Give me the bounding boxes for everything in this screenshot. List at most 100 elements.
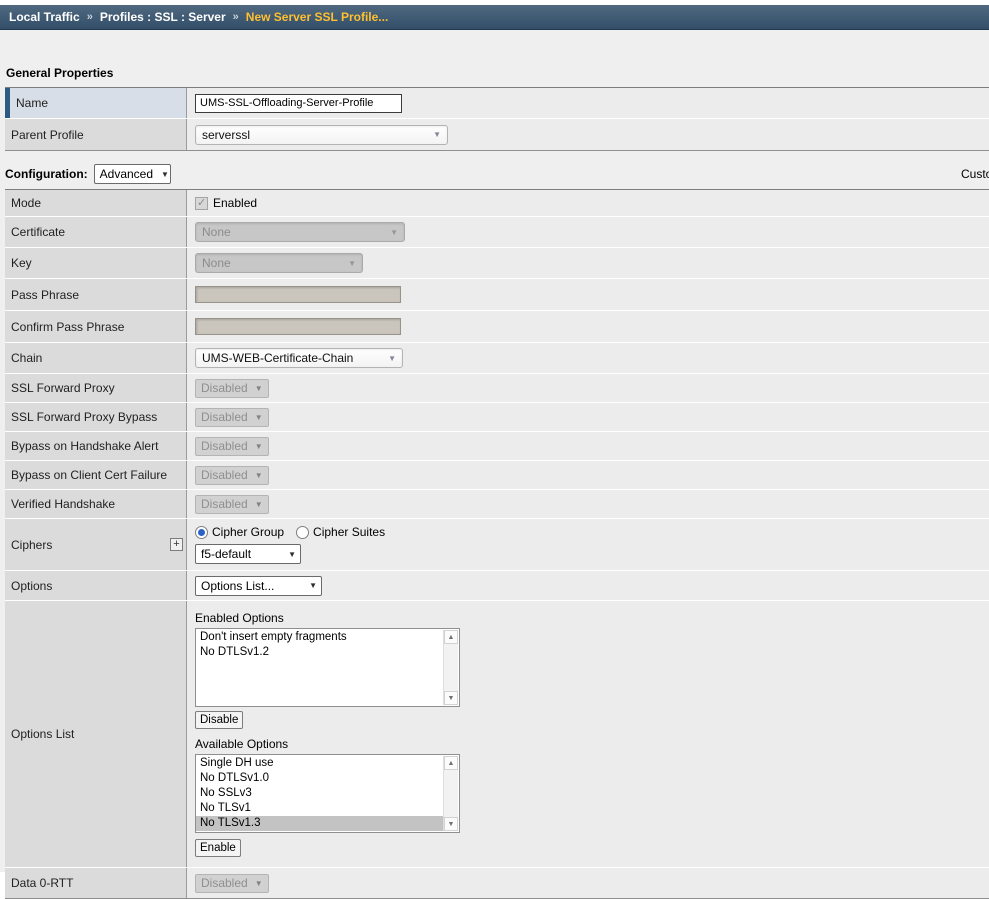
chevron-down-icon: ▼ xyxy=(388,354,396,363)
key-select: None ▼ xyxy=(195,253,363,273)
bypass-on-client-cert-failure-value-cell: Disabled ▼ xyxy=(187,461,989,489)
custom-column-label: Custom xyxy=(961,167,989,181)
list-item[interactable]: No DTLSv1.2 xyxy=(196,645,443,660)
chain-select-value: UMS-WEB-Certificate-Chain xyxy=(202,351,353,365)
pass-phrase-label: Pass Phrase xyxy=(11,288,79,302)
enabled-options-listbox[interactable]: Don't insert empty fragments No DTLSv1.2… xyxy=(195,628,460,707)
cipher-suites-radio[interactable] xyxy=(296,526,309,539)
list-item[interactable]: No SSLv3 xyxy=(196,786,443,801)
breadcrumb-item-local-traffic[interactable]: Local Traffic xyxy=(9,10,80,24)
confirm-pass-phrase-label: Confirm Pass Phrase xyxy=(11,320,124,334)
enabled-options-scrollbar[interactable]: ▲ ▼ xyxy=(443,630,458,705)
parent-profile-value-cell: serverssl ▼ xyxy=(187,119,989,150)
list-item[interactable]: Single DH use xyxy=(196,756,443,771)
chain-select[interactable]: UMS-WEB-Certificate-Chain ▼ xyxy=(195,348,403,368)
ssl-forward-proxy-bypass-label-cell: SSL Forward Proxy Bypass xyxy=(5,403,187,431)
list-item-selected[interactable]: No TLSv1.3 xyxy=(196,816,443,831)
page: Local Traffic » Profiles : SSL : Server … xyxy=(0,5,989,877)
key-value-cell: None ▼ xyxy=(187,248,989,278)
configuration-mode-select-value: Advanced xyxy=(100,167,153,181)
name-value-cell xyxy=(187,88,989,118)
chevron-down-icon: ▼ xyxy=(161,170,169,179)
row-confirm-pass-phrase: Confirm Pass Phrase xyxy=(5,311,989,343)
disable-button[interactable]: Disable xyxy=(195,711,243,729)
bypass-on-client-cert-failure-label: Bypass on Client Cert Failure xyxy=(11,468,167,482)
available-options-scrollbar[interactable]: ▲ ▼ xyxy=(443,756,458,831)
bypass-on-handshake-alert-select-value: Disabled xyxy=(201,439,248,453)
pass-phrase-input xyxy=(195,286,401,303)
chevron-down-icon: ▼ xyxy=(255,471,263,480)
ssl-forward-proxy-label-cell: SSL Forward Proxy xyxy=(5,374,187,402)
available-options-items: Single DH use No DTLSv1.0 No SSLv3 No TL… xyxy=(196,755,443,832)
name-label: Name xyxy=(16,96,48,110)
row-certificate: Certificate None ▼ xyxy=(5,217,989,248)
row-ciphers: Ciphers + Cipher Group Cipher Suites f5-… xyxy=(5,519,989,571)
ciphers-value-cell: Cipher Group Cipher Suites f5-default ▼ xyxy=(187,519,989,570)
parent-profile-select[interactable]: serverssl ▼ xyxy=(195,125,448,145)
general-properties-table: Name Parent Profile serverssl ▼ xyxy=(5,87,989,151)
data-0rtt-value-cell: Disabled ▼ xyxy=(187,868,989,898)
ssl-forward-proxy-bypass-select: Disabled ▼ xyxy=(195,408,269,427)
breadcrumb-item-profiles-ssl-server[interactable]: Profiles : SSL : Server xyxy=(100,10,226,24)
options-select[interactable]: Options List... ▼ xyxy=(195,576,322,596)
configuration-title: Configuration: xyxy=(5,167,88,181)
bypass-on-handshake-alert-select: Disabled ▼ xyxy=(195,437,269,456)
ssl-forward-proxy-value-cell: Disabled ▼ xyxy=(187,374,989,402)
chain-value-cell: UMS-WEB-Certificate-Chain ▼ xyxy=(187,343,989,373)
chain-label-cell: Chain xyxy=(5,343,187,373)
chevron-down-icon: ▼ xyxy=(288,550,296,559)
cipher-group-select[interactable]: f5-default ▼ xyxy=(195,544,301,564)
breadcrumb-separator-icon: » xyxy=(233,11,239,23)
data-0rtt-select: Disabled ▼ xyxy=(195,874,269,893)
bypass-on-handshake-alert-label: Bypass on Handshake Alert xyxy=(11,439,158,453)
data-0rtt-label-cell: Data 0-RTT xyxy=(5,868,187,898)
options-list-label-cell: Options List xyxy=(5,601,187,867)
scroll-down-icon[interactable]: ▼ xyxy=(444,691,458,705)
enable-button[interactable]: Enable xyxy=(195,839,241,857)
certificate-label: Certificate xyxy=(11,225,65,239)
row-verified-handshake: Verified Handshake Disabled ▼ xyxy=(5,490,989,519)
verified-handshake-select: Disabled ▼ xyxy=(195,495,269,514)
breadcrumb-separator-icon: » xyxy=(87,11,93,23)
certificate-label-cell: Certificate xyxy=(5,217,187,247)
name-input[interactable] xyxy=(195,94,402,113)
chevron-down-icon: ▼ xyxy=(433,130,441,139)
list-item[interactable]: No DTLSv1.0 xyxy=(196,771,443,786)
list-item[interactable]: Don't insert empty fragments xyxy=(196,630,443,645)
parent-profile-label: Parent Profile xyxy=(11,128,84,142)
scroll-up-icon[interactable]: ▲ xyxy=(444,756,458,770)
list-item[interactable]: No TLSv1 xyxy=(196,801,443,816)
configuration-mode-select[interactable]: Advanced ▼ xyxy=(94,164,171,184)
parent-profile-label-cell: Parent Profile xyxy=(5,119,187,150)
mode-label-cell: Mode xyxy=(5,190,187,216)
row-pass-phrase: Pass Phrase xyxy=(5,279,989,311)
chevron-down-icon: ▼ xyxy=(255,879,263,888)
scroll-up-icon[interactable]: ▲ xyxy=(444,630,458,644)
chevron-down-icon: ▼ xyxy=(255,500,263,509)
row-chain: Chain UMS-WEB-Certificate-Chain ▼ xyxy=(5,343,989,374)
breadcrumb-item-current: New Server SSL Profile... xyxy=(246,10,389,24)
chevron-down-icon: ▼ xyxy=(255,384,263,393)
row-parent-profile: Parent Profile serverssl ▼ xyxy=(5,119,989,150)
scroll-down-icon[interactable]: ▼ xyxy=(444,817,458,831)
pass-phrase-label-cell: Pass Phrase xyxy=(5,279,187,310)
available-options-listbox[interactable]: Single DH use No DTLSv1.0 No SSLv3 No TL… xyxy=(195,754,460,833)
row-name: Name xyxy=(5,88,989,119)
mode-value-cell: Enabled xyxy=(187,190,989,216)
certificate-value-cell: None ▼ xyxy=(187,217,989,247)
bypass-on-client-cert-failure-select-value: Disabled xyxy=(201,468,248,482)
enabled-options-title: Enabled Options xyxy=(195,611,284,625)
ssl-forward-proxy-label: SSL Forward Proxy xyxy=(11,381,115,395)
mode-enabled-checkbox[interactable] xyxy=(195,197,208,210)
chevron-down-icon: ▼ xyxy=(390,228,398,237)
cipher-group-radio-label: Cipher Group xyxy=(212,525,284,539)
cipher-group-radio[interactable] xyxy=(195,526,208,539)
ciphers-label-cell: Ciphers + xyxy=(5,519,187,570)
chevron-down-icon: ▼ xyxy=(255,442,263,451)
row-options-list: Options List Enabled Options Don't inser… xyxy=(5,601,989,868)
bypass-on-handshake-alert-value-cell: Disabled ▼ xyxy=(187,432,989,460)
ciphers-expand-button[interactable]: + xyxy=(170,538,183,551)
options-list-label: Options List xyxy=(11,727,74,741)
row-bypass-on-client-cert-failure: Bypass on Client Cert Failure Disabled ▼ xyxy=(5,461,989,490)
breadcrumb: Local Traffic » Profiles : SSL : Server … xyxy=(0,5,989,30)
